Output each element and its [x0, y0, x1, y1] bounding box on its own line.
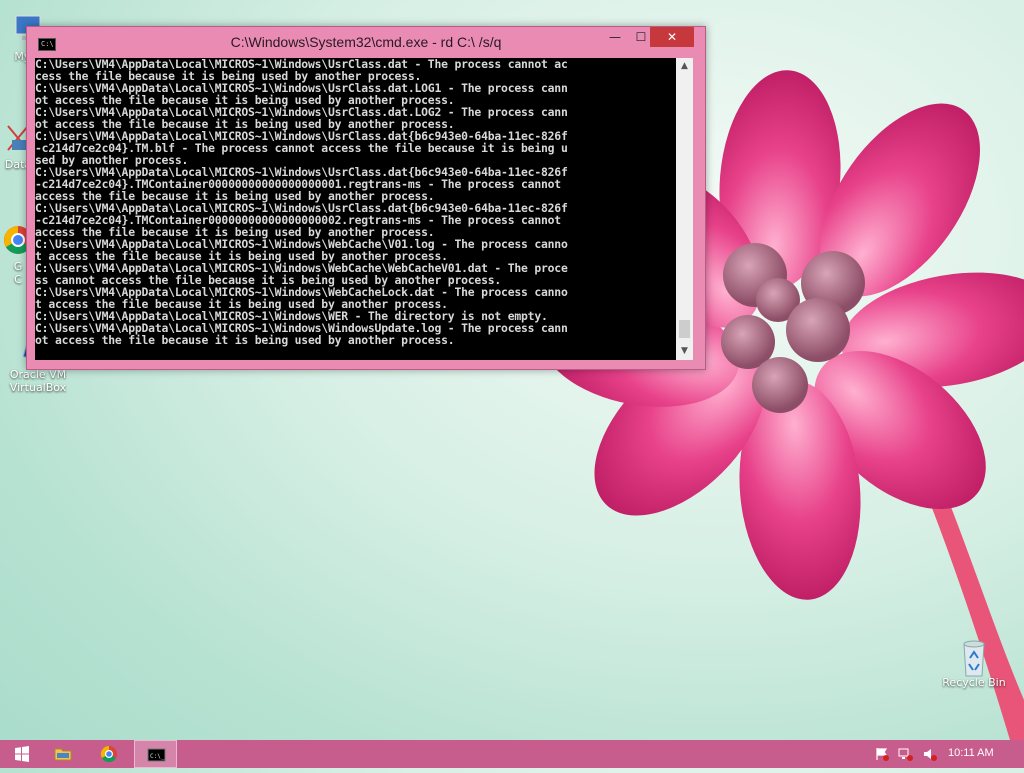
cmd-icon: C:\_ [147, 748, 166, 762]
taskbar: C:\_ 10:11 AM [0, 740, 1024, 768]
svg-text:C:\_: C:\_ [150, 753, 165, 760]
close-button[interactable]: ✕ [650, 27, 694, 47]
recycle-bin-icon [956, 638, 992, 677]
scroll-down-icon[interactable]: ▼ [676, 343, 693, 360]
title-bar[interactable]: C:\ C:\Windows\System32\cmd.exe - rd C:\… [27, 27, 705, 57]
console-line: ot access the file because it is being u… [35, 333, 455, 347]
windows-logo-icon [15, 746, 29, 762]
desktop-icon-label-line2: VirtualBox [9, 381, 67, 394]
taskbar-clock[interactable]: 10:11 AM [948, 747, 994, 759]
scroll-up-icon[interactable]: ▲ [676, 58, 693, 75]
desktop-icon-label: Recycle Bin [942, 676, 1006, 689]
volume-muted-icon[interactable] [922, 747, 938, 761]
console-output[interactable]: C:\Users\VM4\AppData\Local\MICROS~1\Wind… [35, 58, 676, 360]
taskbar-chrome[interactable] [90, 740, 128, 768]
desktop-icon-recycle-bin[interactable]: Recycle Bin [938, 638, 1010, 689]
folder-icon [54, 748, 72, 761]
taskbar-file-explorer[interactable] [44, 740, 82, 768]
action-center-flag-icon[interactable] [874, 747, 890, 761]
vertical-scrollbar[interactable]: ▲ ▼ [676, 58, 693, 360]
scroll-thumb[interactable] [679, 320, 690, 338]
start-button[interactable] [4, 740, 40, 768]
minimize-button[interactable]: — [602, 27, 628, 47]
taskbar-cmd[interactable]: C:\_ [134, 740, 177, 768]
chrome-icon [100, 745, 117, 763]
network-icon[interactable] [898, 747, 914, 761]
cmd-window[interactable]: C:\ C:\Windows\System32\cmd.exe - rd C:\… [26, 26, 706, 370]
